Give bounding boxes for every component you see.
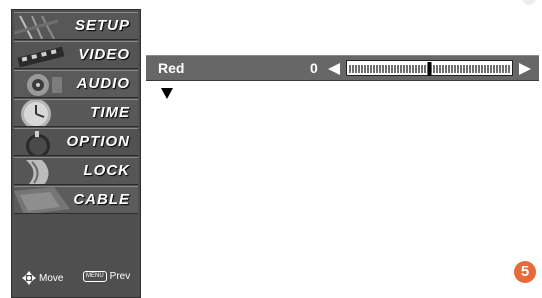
red-adjustment-bar[interactable]: Red 0	[146, 55, 539, 81]
move-navigation-icon	[22, 271, 36, 285]
menu-label-audio: AUDIO	[76, 75, 130, 92]
arrow-left-icon[interactable]	[328, 63, 340, 75]
step-number-badge: 5	[514, 261, 536, 283]
menu-label-option: OPTION	[66, 133, 130, 150]
menu-item-audio[interactable]: AUDIO	[14, 70, 138, 98]
menu-label-cable: CABLE	[73, 191, 130, 208]
menu-label-setup: SETUP	[74, 17, 130, 34]
slider-ticks	[349, 62, 510, 76]
arrow-right-icon[interactable]	[519, 63, 531, 75]
menu-footer: Move MENU Prev	[12, 269, 140, 287]
menu-panel: SETUP VIDEO AUDIO TIME OPTION LOCK CABLE…	[11, 9, 141, 298]
menu-label-lock: LOCK	[83, 162, 130, 179]
menu-item-time[interactable]: TIME	[14, 99, 138, 127]
down-arrow-icon	[161, 88, 173, 99]
move-hint: Move	[22, 271, 63, 285]
menu-label-video: VIDEO	[78, 46, 130, 63]
adjustment-value: 0	[310, 60, 318, 76]
menu-label-time: TIME	[90, 104, 130, 121]
menu-item-cable[interactable]: CABLE	[14, 186, 138, 214]
adjustment-label: Red	[158, 60, 185, 76]
red-slider[interactable]	[346, 60, 513, 76]
menu-item-video[interactable]: VIDEO	[14, 41, 138, 69]
menu-key-icon: MENU	[83, 271, 107, 282]
menu-item-setup[interactable]: SETUP	[14, 12, 138, 40]
move-label: Move	[39, 272, 64, 284]
corner-decoration	[522, 0, 536, 5]
prev-label: Prev	[109, 271, 131, 282]
menu-item-lock[interactable]: LOCK	[14, 157, 138, 185]
slider-indicator[interactable]	[427, 62, 432, 76]
prev-hint: MENU Prev	[83, 271, 130, 282]
menu-item-option[interactable]: OPTION	[14, 128, 138, 156]
